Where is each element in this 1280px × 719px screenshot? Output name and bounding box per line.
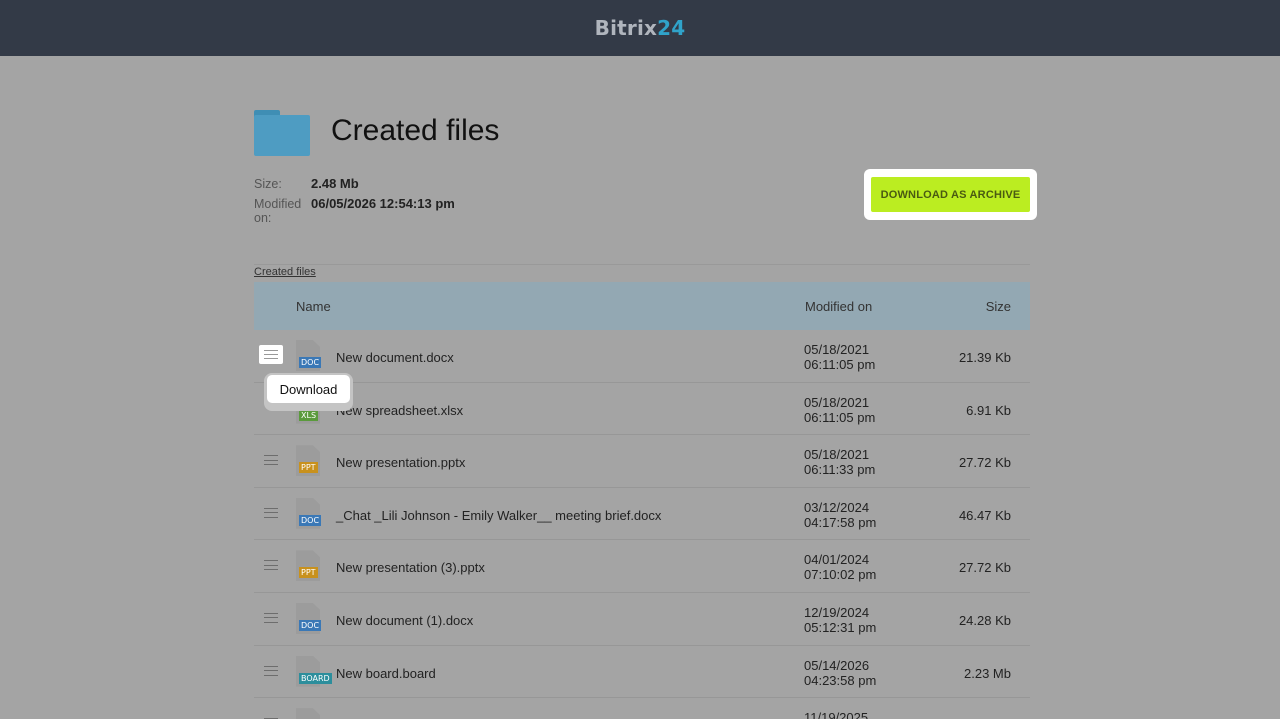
file-size: 6.91 Kb: [966, 402, 1011, 418]
modified-date: 05/18/2021 06:11:05 pm: [804, 342, 876, 372]
modified-date: 11/19/2025: [804, 710, 869, 719]
file-name-link[interactable]: New spreadsheet.xlsx: [336, 403, 463, 418]
file-type-icon: PPT: [296, 550, 322, 582]
table-row[interactable]: DOC New document (1).docx 12/19/2024 05:12…: [254, 593, 1030, 646]
table-row[interactable]: 11/19/2025: [254, 698, 1030, 719]
file-name-link[interactable]: New document (1).docx: [336, 613, 473, 628]
row-menu-icon[interactable]: [264, 560, 278, 571]
modified-label: Modified on:: [254, 197, 302, 225]
file-size: 24.28 Kb: [958, 612, 1011, 628]
file-name-link[interactable]: New presentation (3).pptx: [336, 560, 485, 575]
file-type-icon: DOC: [296, 340, 322, 371]
file-size: 27.72 Kb: [958, 455, 1011, 471]
file-name-link[interactable]: New presentation.pptx: [336, 455, 465, 470]
modified-date: 05/14/2026 04:23:58 pm: [804, 657, 877, 688]
column-header-size[interactable]: Size: [986, 299, 1011, 314]
modified-date: 03/12/2024 04:17:58 pm: [804, 499, 877, 530]
file-size: 27.72 Kb: [958, 560, 1011, 576]
archive-highlight: DOWNLOAD AS ARCHIVE: [864, 169, 1037, 220]
modified-date: 04/01/2024 07:10:02 pm: [804, 552, 877, 583]
table-header: Name Modified on Size: [254, 282, 1030, 330]
download-menu-item[interactable]: Download: [267, 375, 350, 403]
row-menu-icon[interactable]: [264, 612, 278, 623]
file-name-link[interactable]: New board.board: [336, 666, 436, 681]
file-type-icon: PPT: [296, 445, 322, 477]
table-row[interactable]: DOC New document.docx 05/18/2021 06:11:05 …: [254, 330, 1030, 383]
file-size: 46.47 Kb: [958, 507, 1011, 523]
folder-meta: Size: 2.48 Mb Modified on: 06/05/2026 12:…: [254, 177, 455, 231]
file-name-link[interactable]: _Chat _Lili Johnson - Emily Walker__ mee…: [336, 508, 661, 523]
table-row[interactable]: BOARD New board.board 05/14/2026 04:23:58 …: [254, 646, 1030, 699]
column-header-name[interactable]: Name: [296, 299, 331, 314]
logo-text: Bitrix: [594, 16, 658, 40]
file-list: DOC New document.docx 05/18/2021 06:11:05 …: [254, 330, 1030, 719]
file-type-icon: DOC: [296, 497, 322, 529]
breadcrumb[interactable]: Created files: [254, 266, 316, 278]
file-size: 2.23 Mb: [964, 665, 1011, 681]
row-menu-icon[interactable]: [259, 345, 283, 364]
modified-date: 05/18/2021 06:11:05 pm: [804, 394, 876, 425]
logo-number: 24: [657, 16, 686, 40]
main-content: Created files Size: 2.48 Mb Modified on: …: [254, 56, 1037, 719]
file-type-icon: BOARD: [296, 655, 332, 687]
file-type-icon: DOC: [296, 602, 322, 634]
bitrix24-logo[interactable]: Bitrix24: [595, 16, 686, 40]
modified-date: 05/18/2021 06:11:33 pm: [804, 447, 876, 478]
row-menu-icon[interactable]: [264, 507, 278, 518]
size-label: Size:: [254, 177, 282, 191]
page-title: Created files: [331, 114, 500, 147]
file-name-link[interactable]: New document.docx: [336, 350, 454, 365]
modified-value: 06/05/2026 12:54:13 pm: [311, 196, 455, 211]
top-bar: Bitrix24: [0, 0, 1280, 56]
table-row[interactable]: PPT New presentation.pptx 05/18/2021 06:11…: [254, 435, 1030, 488]
table-row[interactable]: PPT New presentation (3).pptx 04/01/2024 0…: [254, 540, 1030, 593]
row-menu-icon[interactable]: [264, 665, 278, 676]
table-row[interactable]: XLS New spreadsheet.xlsx 05/18/2021 06:11:…: [254, 383, 1030, 436]
row-menu-icon[interactable]: [264, 455, 278, 466]
file-size: 21.39 Kb: [958, 350, 1011, 365]
modified-date: 12/19/2024 05:12:31 pm: [804, 604, 877, 635]
file-type-icon: [296, 708, 322, 719]
folder-icon: [254, 110, 310, 156]
size-value: 2.48 Mb: [311, 176, 359, 191]
column-header-modified[interactable]: Modified on: [805, 299, 872, 314]
table-row[interactable]: DOC _Chat _Lili Johnson - Emily Walker__…: [254, 488, 1030, 541]
download-as-archive-button[interactable]: DOWNLOAD AS ARCHIVE: [871, 177, 1030, 212]
row-menu-popup: Download: [264, 373, 353, 411]
divider: [254, 264, 1030, 265]
